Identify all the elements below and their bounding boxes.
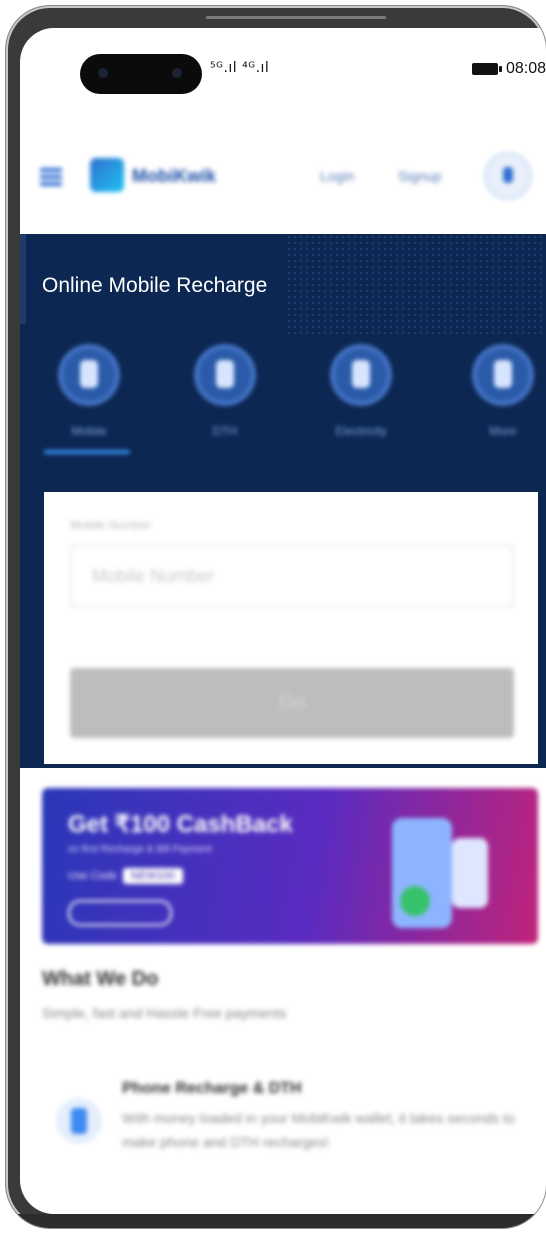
promo-code: NEW100 bbox=[122, 868, 183, 884]
camera-pill bbox=[80, 54, 202, 94]
recharge-title: Online Mobile Recharge bbox=[42, 274, 268, 297]
code-label: Use Code bbox=[68, 870, 117, 882]
status-bar: ⁵ᴳ.ıl ⁴ᴳ.ıl 08:08 bbox=[20, 28, 546, 98]
app-header: MobiKwik Login Signup bbox=[20, 140, 546, 220]
what-we-do-section: What We Do Simple, fast and Hassle Free … bbox=[42, 968, 542, 1021]
banner-subtitle: on first Recharge & Bill Payment bbox=[68, 844, 212, 855]
mobile-icon bbox=[58, 344, 120, 406]
dth-icon bbox=[194, 344, 256, 406]
phone-recharge-icon bbox=[56, 1098, 102, 1144]
user-account-icon[interactable] bbox=[486, 154, 530, 198]
section-subtitle: Simple, fast and Hassle Free payments bbox=[42, 1005, 287, 1021]
signup-link[interactable]: Signup bbox=[398, 168, 442, 184]
feature-item: Phone Recharge & DTH With money loaded i… bbox=[42, 1072, 542, 1182]
clock: 08:08 bbox=[505, 60, 546, 77]
tab-electricity[interactable]: Electricity bbox=[306, 344, 416, 438]
check-icon bbox=[400, 886, 430, 916]
tab-mobile[interactable]: Mobile bbox=[34, 344, 144, 438]
battery-time: 08:08 bbox=[471, 60, 546, 78]
front-camera-icon bbox=[98, 68, 108, 78]
recharge-form: Mobile Number Mobile Number Go bbox=[44, 492, 538, 764]
mobile-number-label: Mobile Number bbox=[70, 518, 152, 532]
electricity-icon bbox=[330, 344, 392, 406]
tab-label: Mobile bbox=[71, 424, 107, 438]
more-icon bbox=[472, 344, 534, 406]
banner-code-row: Use Code NEW100 bbox=[68, 868, 183, 884]
tab-label: DTH bbox=[212, 424, 238, 438]
hamburger-menu-icon[interactable] bbox=[40, 168, 62, 186]
cashback-banner[interactable]: Get ₹100 CashBack on first Recharge & Bi… bbox=[42, 788, 538, 944]
mobile-number-input[interactable]: Mobile Number bbox=[70, 544, 514, 608]
service-tabs: Mobile DTH Electricity More bbox=[20, 344, 546, 454]
section-title: What We Do bbox=[42, 968, 159, 990]
panel-left-accent bbox=[20, 234, 26, 324]
screen: ⁵ᴳ.ıl ⁴ᴳ.ıl 08:08 MobiKwik Login Signup … bbox=[20, 28, 546, 1214]
active-tab-indicator bbox=[44, 450, 130, 454]
input-placeholder: Mobile Number bbox=[92, 566, 215, 586]
go-button[interactable]: Go bbox=[70, 668, 514, 738]
frame-top-line bbox=[206, 16, 386, 19]
sensor-icon bbox=[172, 68, 182, 78]
feature-title: Phone Recharge & DTH bbox=[122, 1080, 302, 1097]
phone-frame: ⁵ᴳ.ıl ⁴ᴳ.ıl 08:08 MobiKwik Login Signup … bbox=[6, 6, 546, 1228]
battery-icon bbox=[471, 63, 502, 75]
tab-dth[interactable]: DTH bbox=[170, 344, 280, 438]
feature-description: With money loaded in your MobiKwik walle… bbox=[122, 1110, 515, 1150]
logo-icon[interactable] bbox=[90, 158, 124, 192]
tab-more[interactable]: More bbox=[448, 344, 546, 438]
tab-label: More bbox=[489, 424, 517, 438]
tab-label: Electricity bbox=[335, 424, 387, 438]
login-link[interactable]: Login bbox=[320, 168, 354, 184]
banner-title: Get ₹100 CashBack bbox=[68, 811, 293, 838]
brand-logo-text[interactable]: MobiKwik bbox=[132, 166, 216, 187]
card-illustration-icon bbox=[452, 838, 488, 908]
panel-dot-pattern bbox=[286, 234, 546, 334]
recharge-panel: Online Mobile Recharge Mobile DTH Electr… bbox=[20, 234, 546, 768]
banner-cta-button[interactable] bbox=[68, 900, 172, 926]
bottom-bezel bbox=[6, 1214, 546, 1228]
signal-icons: ⁵ᴳ.ıl ⁴ᴳ.ıl bbox=[210, 60, 270, 76]
